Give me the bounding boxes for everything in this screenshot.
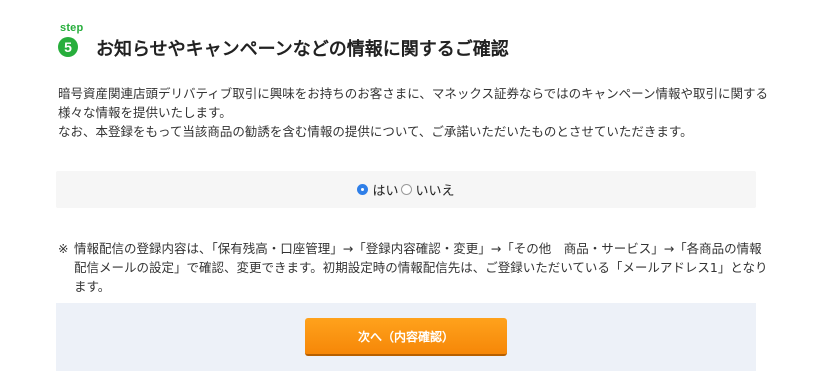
step-number-badge: 5 [58, 37, 78, 57]
consent-radio-group: はい いいえ [56, 171, 756, 208]
radio-no-unchecked[interactable] [400, 184, 412, 195]
submit-area: 次へ（内容確認） [56, 303, 756, 371]
radio-yes-checked[interactable] [357, 184, 369, 195]
settings-note: ※ 情報配信の登録内容は、「保有残高・口座管理」→「登録内容確認・変更」→「その… [58, 239, 768, 296]
radio-option-no[interactable]: いいえ [400, 180, 455, 199]
intro-text: 暗号資産関連店頭デリバティブ取引に興味をお持ちのお客さまに、マネックス証券ならで… [58, 84, 770, 141]
radio-yes-label: はい [372, 184, 399, 199]
radio-option-yes[interactable]: はい [357, 180, 399, 199]
note-text: 情報配信の登録内容は、「保有残高・口座管理」→「登録内容確認・変更」→「その他 … [74, 241, 768, 294]
note-mark: ※ [58, 241, 69, 256]
section-title: お知らせやキャンペーンなどの情報に関するご確認 [96, 39, 509, 60]
next-confirm-button[interactable]: 次へ（内容確認） [305, 318, 507, 356]
intro-paragraph: 暗号資産関連店頭デリバティブ取引に興味をお持ちのお客さまに、マネックス証券ならで… [58, 86, 769, 120]
radio-no-label: いいえ [415, 184, 455, 199]
step-label: step [60, 22, 84, 34]
intro-paragraph: なお、本登録をもって当該商品の勧誘を含む情報の提供について、ご承諾いただいたもの… [58, 124, 693, 139]
